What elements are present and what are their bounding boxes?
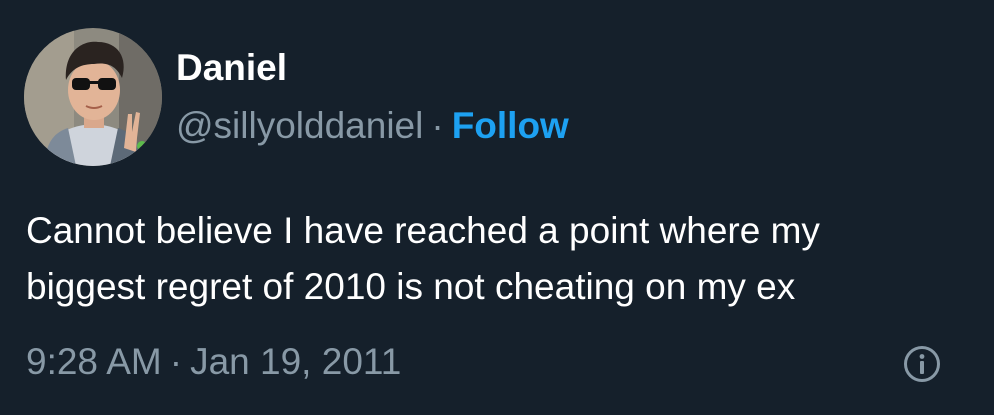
handle-separator: · [431, 105, 444, 146]
tweet-card: Daniel @sillyolddaniel · Follow Cannot bel… [0, 0, 994, 415]
tweet-text-line: Cannot believe I have reached a point wh… [26, 210, 820, 251]
follow-button[interactable]: Follow [452, 105, 569, 146]
timestamp-separator: · [169, 341, 183, 382]
avatar[interactable] [24, 28, 162, 166]
info-icon[interactable] [903, 345, 941, 383]
tweet-time: 9:28 AM [26, 341, 162, 382]
tweet-text-line: biggest regret of 2010 is not cheating o… [26, 266, 796, 307]
avatar-photo [24, 28, 162, 166]
tweet-date: Jan 19, 2011 [190, 341, 402, 382]
handle-row: @sillyolddaniel · Follow [176, 104, 569, 148]
display-name[interactable]: Daniel [176, 46, 287, 90]
tweet-text: Cannot believe I have reached a point wh… [26, 203, 966, 315]
tweet-timestamp[interactable]: 9:28 AM · Jan 19, 2011 [26, 340, 401, 384]
user-handle[interactable]: @sillyolddaniel [176, 105, 423, 146]
